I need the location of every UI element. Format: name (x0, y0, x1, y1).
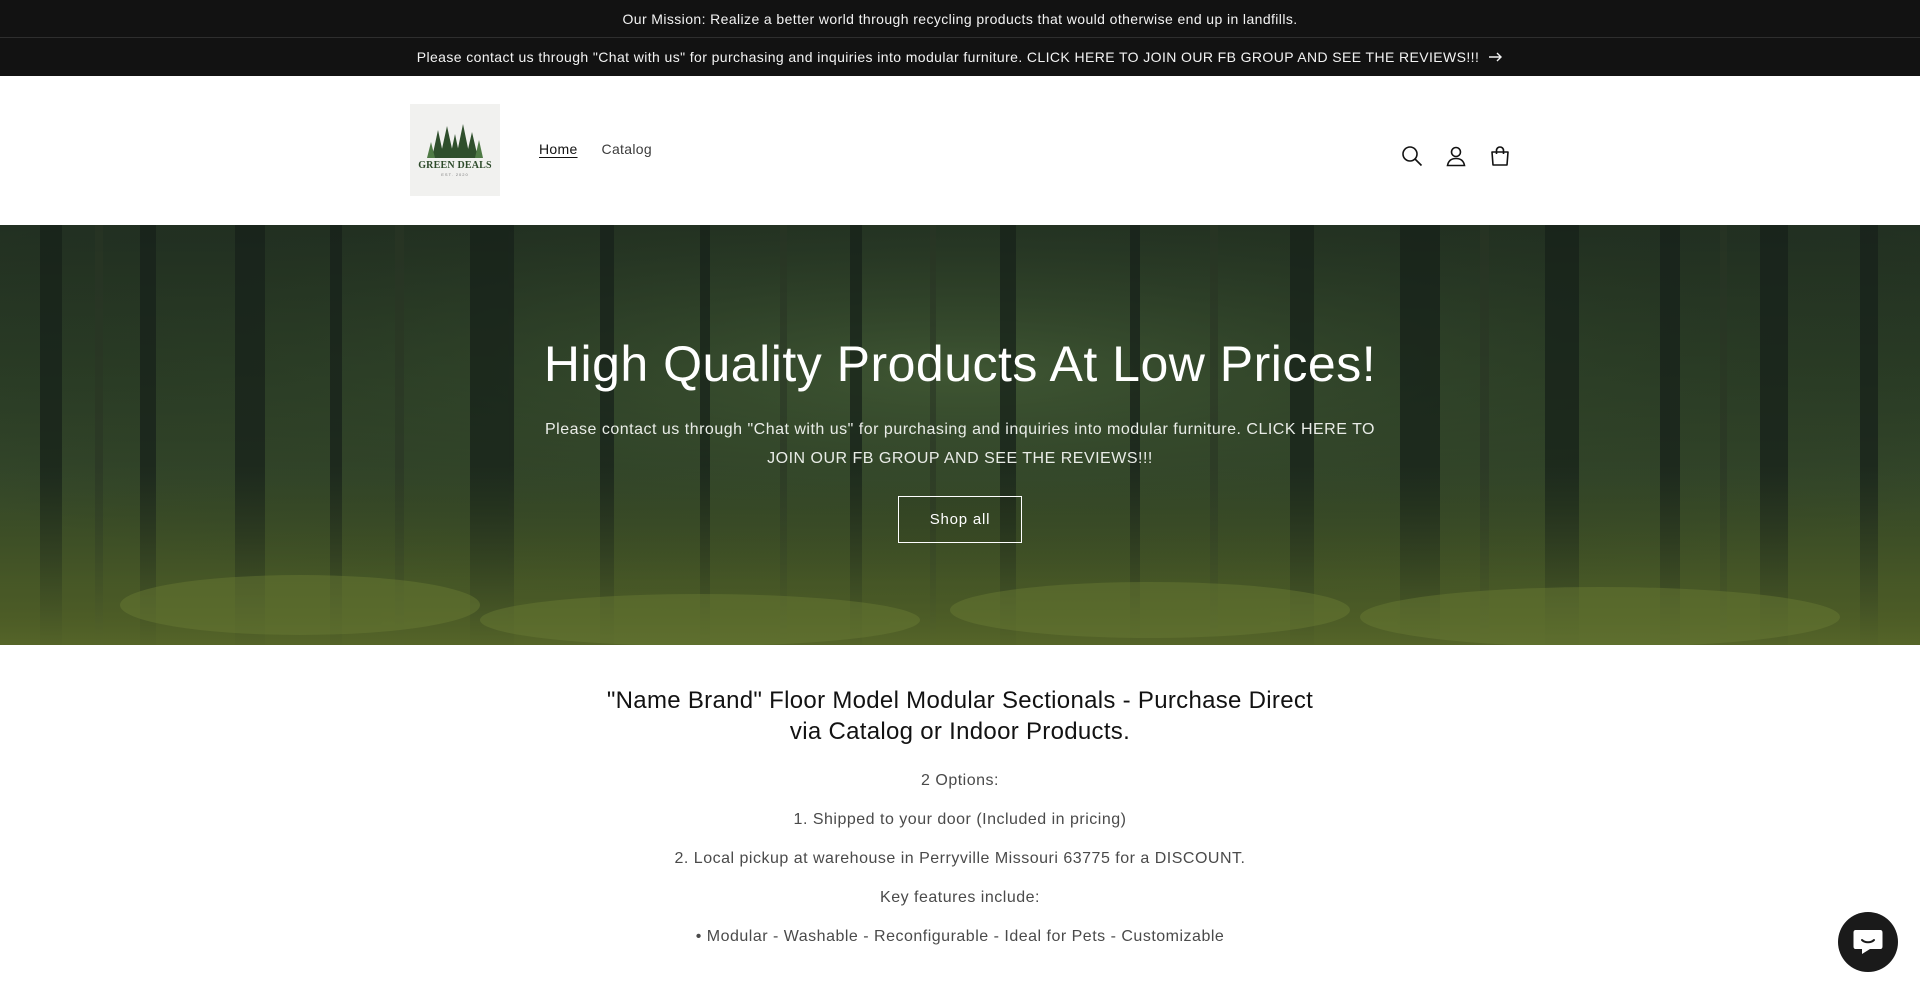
search-button[interactable] (1390, 134, 1434, 178)
rich-text-section: "Name Brand" Floor Model Modular Section… (0, 645, 1920, 946)
shop-all-button[interactable]: Shop all (897, 496, 1023, 543)
logo-subtext: EST. 2020 (441, 171, 469, 177)
chat-button[interactable] (1838, 912, 1898, 972)
cart-icon (1491, 146, 1509, 166)
header-icons (1390, 134, 1522, 178)
site-header: GREEN DEALS EST. 2020 Home Catalog (0, 76, 1920, 225)
nav-item-home[interactable]: Home (539, 141, 578, 157)
announcement-bar-contact[interactable]: Please contact us through "Chat with us"… (0, 38, 1920, 76)
store-logo[interactable]: GREEN DEALS EST. 2020 (410, 104, 500, 196)
rich-text-line: Key features include: (880, 889, 1040, 906)
rich-text-heading: "Name Brand" Floor Model Modular Section… (606, 687, 1314, 745)
account-icon (1446, 146, 1466, 167)
hero-subtitle: Please contact us through "Chat with us"… (545, 421, 1375, 467)
arrow-right-icon (1489, 52, 1503, 62)
contact-text: Please contact us through "Chat with us"… (416, 49, 1480, 65)
chat-icon (1853, 930, 1883, 954)
account-button[interactable] (1434, 134, 1478, 178)
pine-trees-icon (427, 123, 483, 158)
search-icon (1402, 146, 1423, 167)
rich-text-line: • Modular - Washable - Reconfigurable - … (695, 928, 1225, 945)
contact-link[interactable]: Please contact us through "Chat with us"… (417, 49, 1504, 65)
announcement-bar-mission: Our Mission: Realize a better world thro… (0, 0, 1920, 38)
hero-title: High Quality Products At Low Prices! (543, 336, 1377, 392)
cart-button[interactable] (1478, 134, 1522, 178)
main-nav: Home Catalog (539, 141, 652, 157)
logo-text: GREEN DEALS (418, 159, 492, 171)
hero-content: High Quality Products At Low Prices! Ple… (0, 335, 1920, 543)
mission-text: Our Mission: Realize a better world thro… (622, 10, 1298, 27)
rich-text-line: 2 Options: (921, 772, 999, 789)
nav-item-catalog[interactable]: Catalog (602, 141, 652, 157)
hero-banner: High Quality Products At Low Prices! Ple… (0, 225, 1920, 645)
rich-text-line: 2. Local pickup at warehouse in Perryvil… (674, 850, 1246, 867)
rich-text-line: 1. Shipped to your door (Included in pri… (793, 811, 1127, 828)
